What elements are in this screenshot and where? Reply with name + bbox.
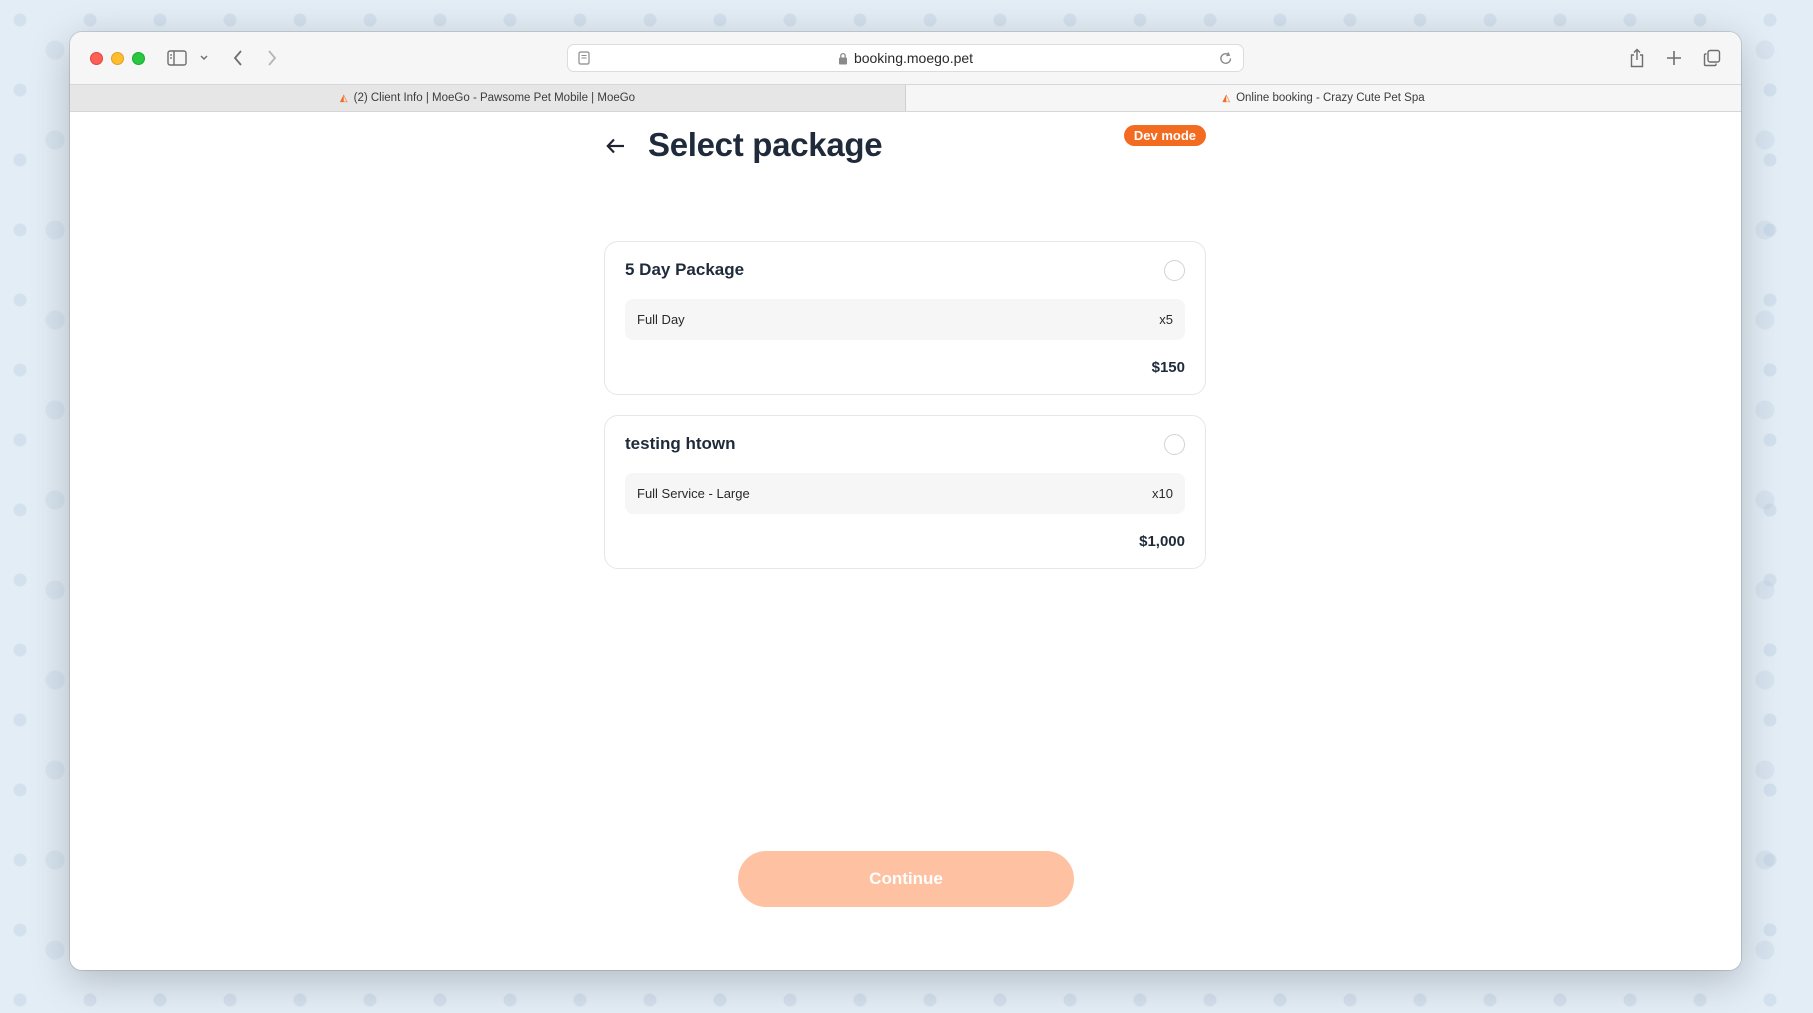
package-card[interactable]: 5 Day Package Full Day x5 $150 (604, 241, 1206, 395)
window-controls (90, 52, 145, 65)
reader-icon[interactable] (578, 51, 590, 68)
tab-client-info[interactable]: ◭ (2) Client Info | MoeGo - Pawsome Pet … (70, 85, 906, 111)
moego-favicon-icon: ◭ (339, 92, 348, 104)
package-name: testing htown (625, 434, 736, 453)
tab-label: Online booking - Crazy Cute Pet Spa (1236, 92, 1425, 104)
chevron-down-icon[interactable] (198, 46, 210, 70)
service-quantity: x10 (1152, 486, 1173, 501)
lock-icon (838, 52, 848, 65)
package-card[interactable]: testing htown Full Service - Large x10 $… (604, 415, 1206, 569)
dev-mode-badge: Dev mode (1123, 125, 1206, 146)
package-price: $150 (1151, 359, 1185, 376)
package-service-row: Full Day x5 (625, 299, 1185, 340)
forward-nav-icon[interactable] (264, 46, 280, 70)
tab-online-booking[interactable]: ◭ Online booking - Crazy Cute Pet Spa (906, 85, 1741, 111)
tab-bar: ◭ (2) Client Info | MoeGo - Pawsome Pet … (70, 84, 1741, 112)
package-radio[interactable] (1164, 260, 1185, 281)
back-nav-icon[interactable] (230, 46, 246, 70)
maximize-window-button[interactable] (132, 52, 145, 65)
back-arrow-icon[interactable] (604, 134, 628, 158)
page-content: Select package Dev mode 5 Day Package Fu… (70, 112, 1741, 970)
browser-window: booking.moego.pet ◭ (2) Client Info | Mo… (70, 32, 1741, 970)
package-service-row: Full Service - Large x10 (625, 473, 1185, 514)
reload-icon[interactable] (1219, 50, 1233, 69)
package-name: 5 Day Package (625, 260, 745, 279)
tab-overview-icon[interactable] (1702, 46, 1722, 70)
package-price: $1,000 (1139, 533, 1185, 550)
page-header: Select package Dev mode (604, 122, 1206, 170)
address-bar[interactable]: booking.moego.pet (567, 44, 1244, 72)
close-window-button[interactable] (90, 52, 103, 65)
share-icon[interactable] (1627, 46, 1647, 70)
browser-toolbar: booking.moego.pet (70, 32, 1741, 84)
continue-button[interactable]: Continue (738, 851, 1074, 907)
service-name: Full Service - Large (637, 486, 750, 501)
url-text: booking.moego.pet (853, 50, 974, 66)
moego-favicon-icon: ◭ (1222, 92, 1231, 104)
page-title: Select package (648, 126, 883, 163)
service-name: Full Day (637, 312, 685, 327)
new-tab-icon[interactable] (1664, 46, 1684, 70)
minimize-window-button[interactable] (111, 52, 124, 65)
service-quantity: x5 (1159, 312, 1173, 327)
tab-label: (2) Client Info | MoeGo - Pawsome Pet Mo… (353, 92, 636, 104)
sidebar-toggle-icon[interactable] (166, 46, 188, 70)
package-radio[interactable] (1164, 434, 1185, 455)
